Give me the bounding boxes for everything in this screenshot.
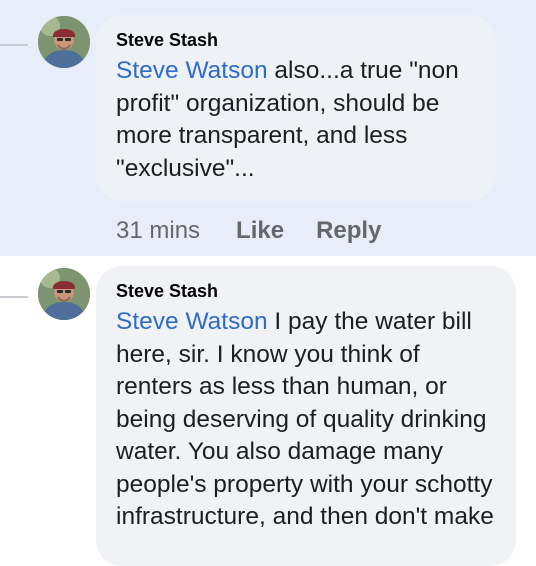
comment: Steve Stash Steve Watson I pay the water… [0,256,536,566]
comment-highlighted: Steve Stash Steve Watson also...a true "… [0,0,536,256]
like-button[interactable]: Like [236,216,284,246]
comment-author[interactable]: Steve Stash [116,29,478,51]
mention-link[interactable]: Steve Watson [116,57,268,84]
avatar-photo-icon [38,268,90,320]
thread-connector [0,44,28,46]
comment-bubble: Steve Stash Steve Watson I pay the water… [96,266,516,566]
avatar-photo-icon [38,16,90,68]
comment-bubble: Steve Stash Steve Watson also...a true "… [96,15,496,201]
reply-button[interactable]: Reply [316,216,381,246]
comment-author[interactable]: Steve Stash [116,280,498,302]
comment-text: Steve Watson I pay the water bill here, … [116,306,498,534]
comment-text: Steve Watson also...a true "non profit" … [116,55,478,185]
mention-link[interactable]: Steve Watson [116,308,268,335]
comment-actions: 31 mins Like Reply [116,216,413,246]
avatar[interactable] [38,16,90,68]
thread-connector [0,296,28,298]
avatar[interactable] [38,268,90,320]
comment-body: I pay the water bill here, sir. I know y… [116,308,494,530]
comment-timestamp[interactable]: 31 mins [116,216,200,246]
